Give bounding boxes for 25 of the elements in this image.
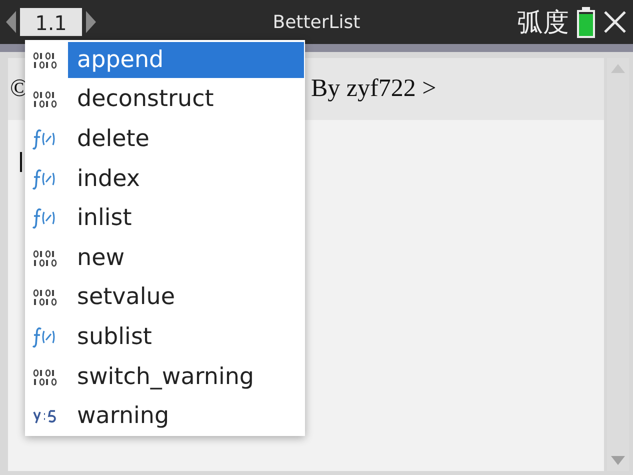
variable-icon: [32, 407, 58, 426]
page-tab[interactable]: 1.1: [20, 8, 82, 36]
menu-item[interactable]: setvalue: [68, 279, 304, 316]
binary-icon: [32, 287, 58, 308]
menu-item[interactable]: deconstruct: [68, 81, 304, 118]
binary-icon: [32, 248, 58, 268]
menu-item[interactable]: append: [68, 42, 304, 78]
menu-item[interactable]: new: [68, 240, 304, 276]
menu-item[interactable]: switch_warning: [68, 358, 304, 395]
menu-item[interactable]: inlist: [68, 200, 304, 236]
document-title: BetterList: [272, 12, 360, 32]
previous-page-icon[interactable]: [6, 11, 16, 33]
menu-item[interactable]: sublist: [68, 318, 304, 355]
angle-mode: 弧度: [517, 6, 569, 40]
next-page-icon[interactable]: [86, 11, 96, 33]
menu-item[interactable]: warning: [68, 398, 304, 434]
text-cursor: [20, 152, 22, 172]
battery-icon: [577, 6, 595, 38]
binary-icon: [32, 366, 58, 387]
binary-icon: [32, 50, 58, 70]
menu-item[interactable]: delete: [68, 120, 304, 157]
close-icon[interactable]: [603, 10, 627, 34]
binary-icon: [32, 89, 58, 110]
header-text: By zyf722 >: [311, 75, 436, 103]
menu-item[interactable]: index: [68, 160, 304, 197]
